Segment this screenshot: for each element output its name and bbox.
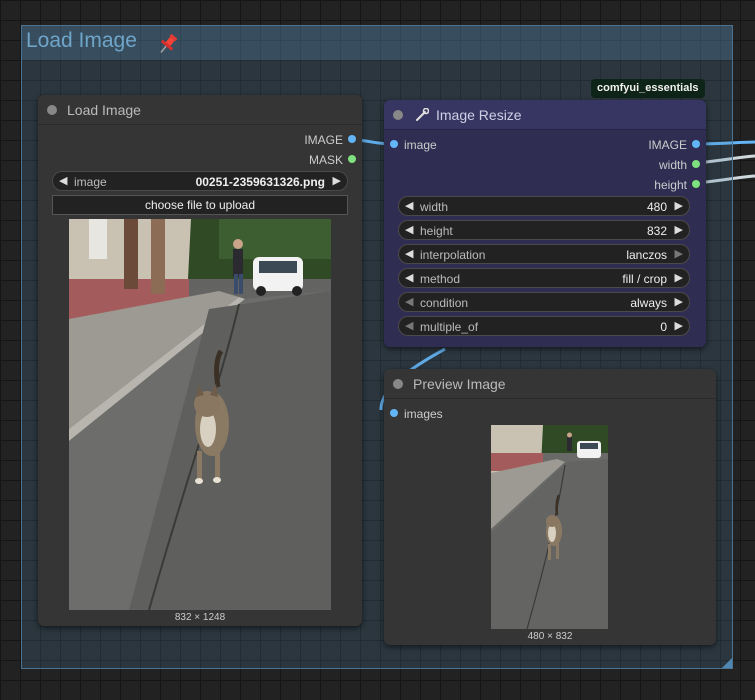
- group-title: Load Image: [26, 29, 137, 52]
- preview-image: [491, 425, 608, 629]
- output-slot-mask[interactable]: [348, 155, 356, 163]
- method-widget[interactable]: ◀ method fill / crop ▶: [398, 268, 690, 288]
- widget-name: condition: [420, 296, 469, 310]
- widget-name: multiple_of: [420, 320, 479, 334]
- condition-widget[interactable]: ◀ condition always ▶: [398, 292, 690, 312]
- widget-value: 480: [646, 200, 667, 214]
- output-label-mask: MASK: [308, 153, 343, 167]
- node-title-bar[interactable]: Image Resize: [384, 100, 706, 130]
- height-widget[interactable]: ◀ height 832 ▶: [398, 220, 690, 240]
- arrow-left-icon[interactable]: ◀: [405, 248, 413, 260]
- widget-name: image: [74, 175, 107, 189]
- node-title: Image Resize: [436, 107, 522, 123]
- widget-value: lanczos: [626, 248, 667, 262]
- node-title-bar[interactable]: Load Image: [38, 95, 362, 125]
- output-label-height: height: [654, 178, 687, 192]
- pushpin-icon[interactable]: [155, 31, 181, 57]
- image-combo-widget[interactable]: ◀ image 00251-2359631326.png ▶: [52, 171, 348, 191]
- input-slot-image[interactable]: [390, 140, 398, 148]
- input-label-image: image: [404, 138, 437, 152]
- arrow-right-icon[interactable]: ▶: [675, 320, 683, 332]
- output-label-width: width: [658, 158, 687, 172]
- widget-value: 00251-2359631326.png: [195, 175, 325, 189]
- arrow-left-icon[interactable]: ◀: [59, 175, 67, 187]
- multiple-of-widget[interactable]: ◀ multiple_of 0 ▶: [398, 316, 690, 336]
- image-resize-node[interactable]: Image Resize image IMAGE width height ◀ …: [384, 100, 706, 347]
- input-slot-images[interactable]: [390, 409, 398, 417]
- arrow-right-icon[interactable]: ▶: [675, 200, 683, 212]
- widget-name: method: [420, 272, 461, 286]
- output-label-image: IMAGE: [304, 133, 343, 147]
- arrow-left-icon[interactable]: ◀: [405, 320, 413, 332]
- arrow-right-icon[interactable]: ▶: [675, 296, 683, 308]
- image-size-caption: 832 × 1248: [174, 612, 226, 623]
- widget-value: fill / crop: [622, 272, 667, 286]
- arrow-left-icon[interactable]: ◀: [405, 296, 413, 308]
- wrench-icon: [415, 107, 430, 122]
- output-slot-width[interactable]: [692, 160, 700, 168]
- arrow-right-icon[interactable]: ▶: [333, 175, 341, 187]
- preview-image-node[interactable]: Preview Image images 480 × 832: [384, 369, 716, 645]
- collapse-dot-icon[interactable]: [393, 379, 403, 389]
- arrow-right-icon[interactable]: ▶: [675, 272, 683, 284]
- output-slot-image[interactable]: [348, 135, 356, 143]
- input-label-images: images: [404, 407, 443, 421]
- arrow-left-icon[interactable]: ◀: [405, 224, 413, 236]
- node-title: Preview Image: [413, 376, 506, 392]
- arrow-left-icon[interactable]: ◀: [405, 200, 413, 212]
- group-header[interactable]: Load Image: [22, 26, 732, 60]
- node-title-bar[interactable]: Preview Image: [384, 369, 716, 399]
- collapse-dot-icon[interactable]: [47, 105, 57, 115]
- arrow-left-icon[interactable]: ◀: [405, 272, 413, 284]
- node-source-badge: comfyui_essentials: [591, 79, 705, 98]
- widget-name: height: [420, 224, 453, 238]
- widget-name: interpolation: [420, 248, 486, 262]
- output-slot-height[interactable]: [692, 180, 700, 188]
- arrow-right-icon[interactable]: ▶: [675, 224, 683, 236]
- upload-button[interactable]: choose file to upload: [52, 195, 348, 215]
- load-image-node[interactable]: Load Image IMAGE MASK ◀ image 00251-2359…: [38, 95, 362, 626]
- output-label-image: IMAGE: [648, 138, 687, 152]
- width-widget[interactable]: ◀ width 480 ▶: [398, 196, 690, 216]
- loaded-image: [69, 219, 331, 610]
- node-title: Load Image: [67, 102, 141, 118]
- arrow-right-icon[interactable]: ▶: [675, 248, 683, 260]
- interpolation-widget[interactable]: ◀ interpolation lanczos ▶: [398, 244, 690, 264]
- widget-value: always: [630, 296, 667, 310]
- widget-value: 0: [660, 320, 667, 334]
- group-resize-handle[interactable]: [722, 658, 732, 668]
- widget-name: width: [420, 200, 449, 214]
- output-slot-image[interactable]: [692, 140, 700, 148]
- widget-value: 832: [646, 224, 667, 238]
- collapse-dot-icon[interactable]: [393, 110, 403, 120]
- preview-size-caption: 480 × 832: [527, 631, 573, 642]
